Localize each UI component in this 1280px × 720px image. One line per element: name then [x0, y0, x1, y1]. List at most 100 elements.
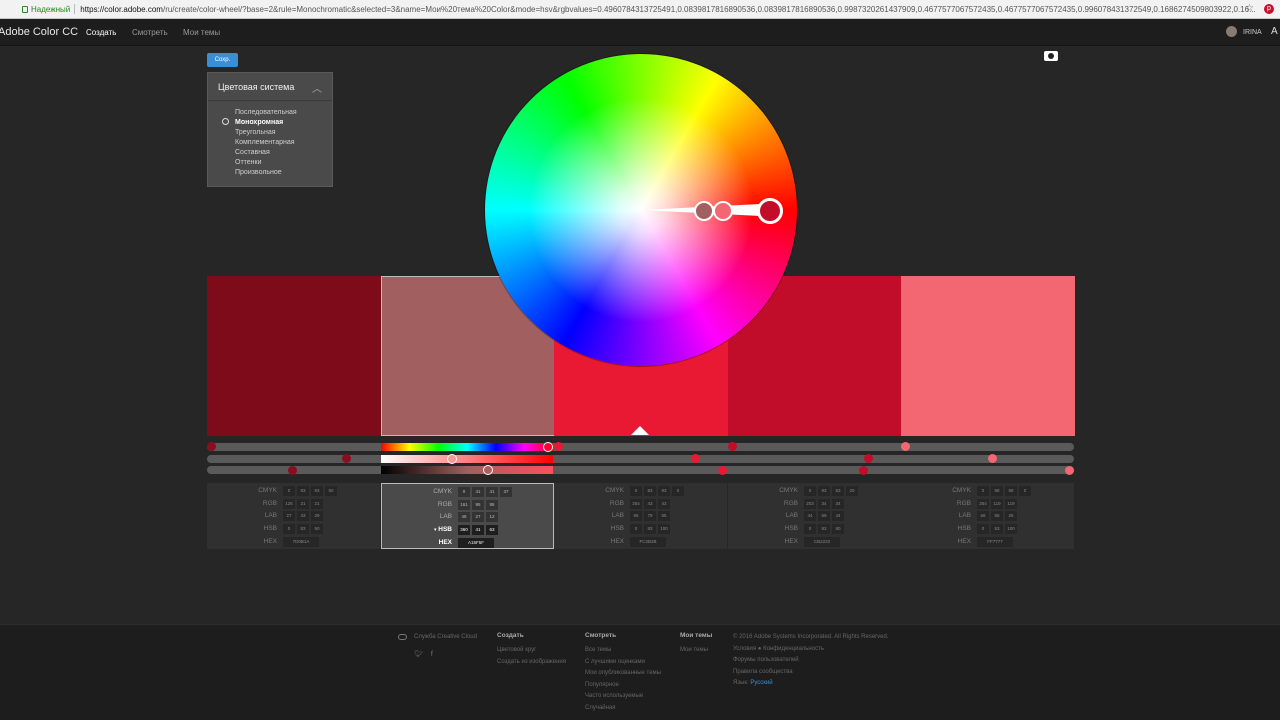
cmyk-value-field[interactable]: 83	[311, 486, 323, 496]
app-logo[interactable]: Adobe Color CC	[0, 26, 78, 38]
lab-value-field[interactable]: 56	[630, 511, 642, 522]
lab-value-field[interactable]: 48	[458, 512, 470, 523]
cmyk-value-field[interactable]: 0	[672, 486, 684, 496]
rgb-value-field[interactable]: 254	[630, 498, 642, 509]
rule-option-monochromatic[interactable]: Монохромная	[235, 118, 297, 128]
cmyk-value-field[interactable]: 58	[991, 486, 1003, 496]
slider-dot[interactable]	[342, 454, 351, 463]
wheel-handle-4[interactable]	[757, 198, 783, 224]
cmyk-value-field[interactable]: 83	[658, 486, 670, 496]
slider-dot[interactable]	[207, 442, 216, 451]
hex-field[interactable]: A15F5F	[458, 537, 494, 548]
cmyk-value-field[interactable]: 50	[325, 486, 337, 496]
nav-explore[interactable]: Смотреть	[132, 28, 168, 37]
rgb-value-field[interactable]: 95	[472, 499, 484, 510]
slider-dot[interactable]	[901, 442, 910, 451]
rule-option-compound[interactable]: Составная	[235, 148, 297, 158]
cmyk-value-field[interactable]: 0	[977, 486, 989, 496]
lab-value-field[interactable]: 43	[297, 511, 309, 522]
url-text[interactable]: https://color.adobe.com/ru/create/color-…	[80, 5, 1280, 14]
avatar[interactable]	[1226, 26, 1237, 37]
saturation-slider[interactable]	[381, 455, 553, 463]
rgb-value-field[interactable]: 254	[977, 498, 989, 509]
slider-dot[interactable]	[859, 466, 868, 475]
hsb-value-field[interactable]: 50	[311, 524, 323, 535]
cmyk-value-field[interactable]: 58	[1005, 486, 1017, 496]
chevron-down-icon[interactable]: ▾	[434, 527, 437, 533]
hsb-value-field[interactable]: 83	[818, 524, 830, 535]
hsb-value-field[interactable]: 100	[658, 524, 670, 535]
cmyk-value-field[interactable]: 83	[832, 486, 844, 496]
lab-value-field[interactable]: 27	[283, 511, 295, 522]
facebook-icon[interactable]: f	[431, 651, 433, 658]
cmyk-value-field[interactable]: 83	[644, 486, 656, 496]
lab-value-field[interactable]: 25	[1005, 511, 1017, 522]
hsb-value-field[interactable]: 360	[458, 525, 470, 536]
lab-value-field[interactable]: 27	[472, 512, 484, 523]
nav-my-themes[interactable]: Мои темы	[183, 28, 220, 37]
brightness-slider-knob[interactable]	[483, 465, 493, 475]
user-name[interactable]: IRINA	[1243, 29, 1262, 36]
lab-value-field[interactable]: 66	[977, 511, 989, 522]
hsb-value-field[interactable]: 100	[1005, 524, 1017, 535]
cmyk-value-field[interactable]: 41	[486, 487, 498, 497]
color-swatch-5[interactable]	[901, 276, 1075, 436]
hsb-value-field[interactable]: 0	[977, 524, 989, 535]
lab-value-field[interactable]: 79	[644, 511, 656, 522]
lab-value-field[interactable]: 55	[658, 511, 670, 522]
browser-address-bar[interactable]: Надежный https://color.adobe.com/ru/crea…	[0, 0, 1280, 19]
cmyk-value-field[interactable]: 83	[297, 486, 309, 496]
hex-field[interactable]: FC2B2B	[630, 536, 666, 547]
lab-value-field[interactable]: 55	[991, 511, 1003, 522]
hue-slider-knob[interactable]	[543, 442, 553, 452]
rgb-value-field[interactable]: 119	[1005, 498, 1017, 509]
cmyk-value-field[interactable]: 41	[472, 487, 484, 497]
rgb-value-field[interactable]: 119	[991, 498, 1003, 509]
lab-value-field[interactable]: 29	[311, 511, 323, 522]
rgb-value-field[interactable]: 161	[458, 499, 470, 510]
pinterest-extension-icon[interactable]: p	[1264, 4, 1274, 14]
rule-option-custom[interactable]: Произвольное	[235, 168, 297, 178]
hsb-value-field[interactable]: 53	[991, 524, 1003, 535]
hex-field[interactable]: CB2222	[804, 536, 840, 547]
rgb-value-field[interactable]: 43	[644, 498, 656, 509]
saturation-slider-knob[interactable]	[447, 454, 457, 464]
twitter-icon[interactable]: 🐦︎	[414, 651, 423, 658]
save-button[interactable]: Сохр.	[207, 53, 238, 67]
wheel-handle-5[interactable]	[713, 201, 733, 221]
wheel-handle-2[interactable]	[694, 201, 714, 221]
chevron-up-icon[interactable]: ︿	[312, 80, 322, 95]
rule-option-triad[interactable]: Треугольная	[235, 128, 297, 138]
hex-field[interactable]: FF7777	[977, 536, 1013, 547]
lab-value-field[interactable]: 12	[486, 512, 498, 523]
slider-dot[interactable]	[864, 454, 873, 463]
rgb-value-field[interactable]: 34	[832, 498, 844, 509]
rgb-value-field[interactable]: 95	[486, 499, 498, 510]
hue-slider-track[interactable]	[207, 443, 1074, 451]
hsb-value-field[interactable]: 0	[283, 524, 295, 535]
rgb-value-field[interactable]: 203	[804, 498, 816, 509]
cmyk-value-field[interactable]: 37	[500, 487, 512, 497]
rgb-value-field[interactable]: 21	[311, 498, 323, 509]
cmyk-value-field[interactable]: 0	[804, 486, 816, 496]
slider-dot[interactable]	[554, 442, 563, 451]
lab-value-field[interactable]: 69	[818, 511, 830, 522]
camera-icon[interactable]	[1044, 51, 1058, 61]
rule-option-shades[interactable]: Оттенки	[235, 158, 297, 168]
slider-dot[interactable]	[691, 454, 700, 463]
cmyk-value-field[interactable]: 83	[818, 486, 830, 496]
adobe-icon[interactable]: A	[1271, 26, 1278, 37]
slider-dot[interactable]	[288, 466, 297, 475]
cmyk-value-field[interactable]: 0	[283, 486, 295, 496]
rgb-value-field[interactable]: 126	[283, 498, 295, 509]
hsb-value-field[interactable]: 63	[486, 525, 498, 536]
cmyk-value-field[interactable]: 0	[1019, 486, 1031, 496]
rule-option-analogous[interactable]: Последовательная	[235, 108, 297, 118]
color-swatch-1[interactable]	[207, 276, 381, 436]
slider-dot[interactable]	[728, 442, 737, 451]
rgb-value-field[interactable]: 34	[818, 498, 830, 509]
hsb-value-field[interactable]: 83	[644, 524, 656, 535]
hsb-value-field[interactable]: 0	[804, 524, 816, 535]
slider-dot[interactable]	[1065, 466, 1074, 475]
slider-dot[interactable]	[718, 466, 727, 475]
